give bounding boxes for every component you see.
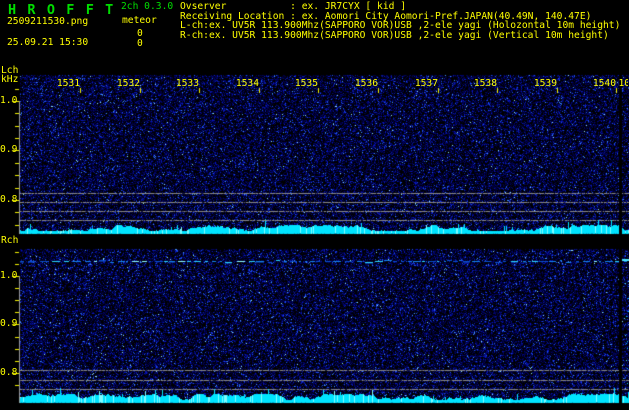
time-label: 1536 [354,79,378,89]
time-label: 1533 [175,79,199,89]
time-label: 1532 [116,79,140,89]
freq-label: 1.0 [0,96,17,106]
meteor-count-l: 0 [137,29,143,39]
time-label: 1537 [414,79,438,89]
time-label: 1534 [235,79,259,89]
mode-label: meteor [122,16,157,26]
freq-label: 0.8 [0,368,17,378]
spectrogram-canvas [0,0,629,410]
datetime: 25.09.21 15:30 [7,38,88,48]
time-label-remnant: 10 [619,79,628,89]
output-filename: 2509211530.png [7,17,88,27]
freq-unit-label: kHz [1,75,18,85]
station-info-line: R-ch:ex. UV5R 113.900Mhz(SAPPORO VOR)USB… [180,31,609,41]
time-label: 1540 [592,79,616,89]
time-label: 1531 [56,79,80,89]
freq-label: 1.0 [0,271,17,281]
app-version: 2ch 0.3.0 [121,2,173,12]
freq-label: 0.9 [0,319,17,329]
time-label: 1535 [294,79,318,89]
freq-label: 0.9 [0,145,17,155]
channel-label-rch: Rch [1,236,18,246]
time-label: 1538 [473,79,497,89]
meteor-count-r: 0 [137,39,143,49]
freq-label: 0.8 [0,195,17,205]
hrofft-screen: HROFFT 2ch 0.3.0 2509211530.png meteor 0… [0,0,629,410]
time-label: 1539 [533,79,557,89]
